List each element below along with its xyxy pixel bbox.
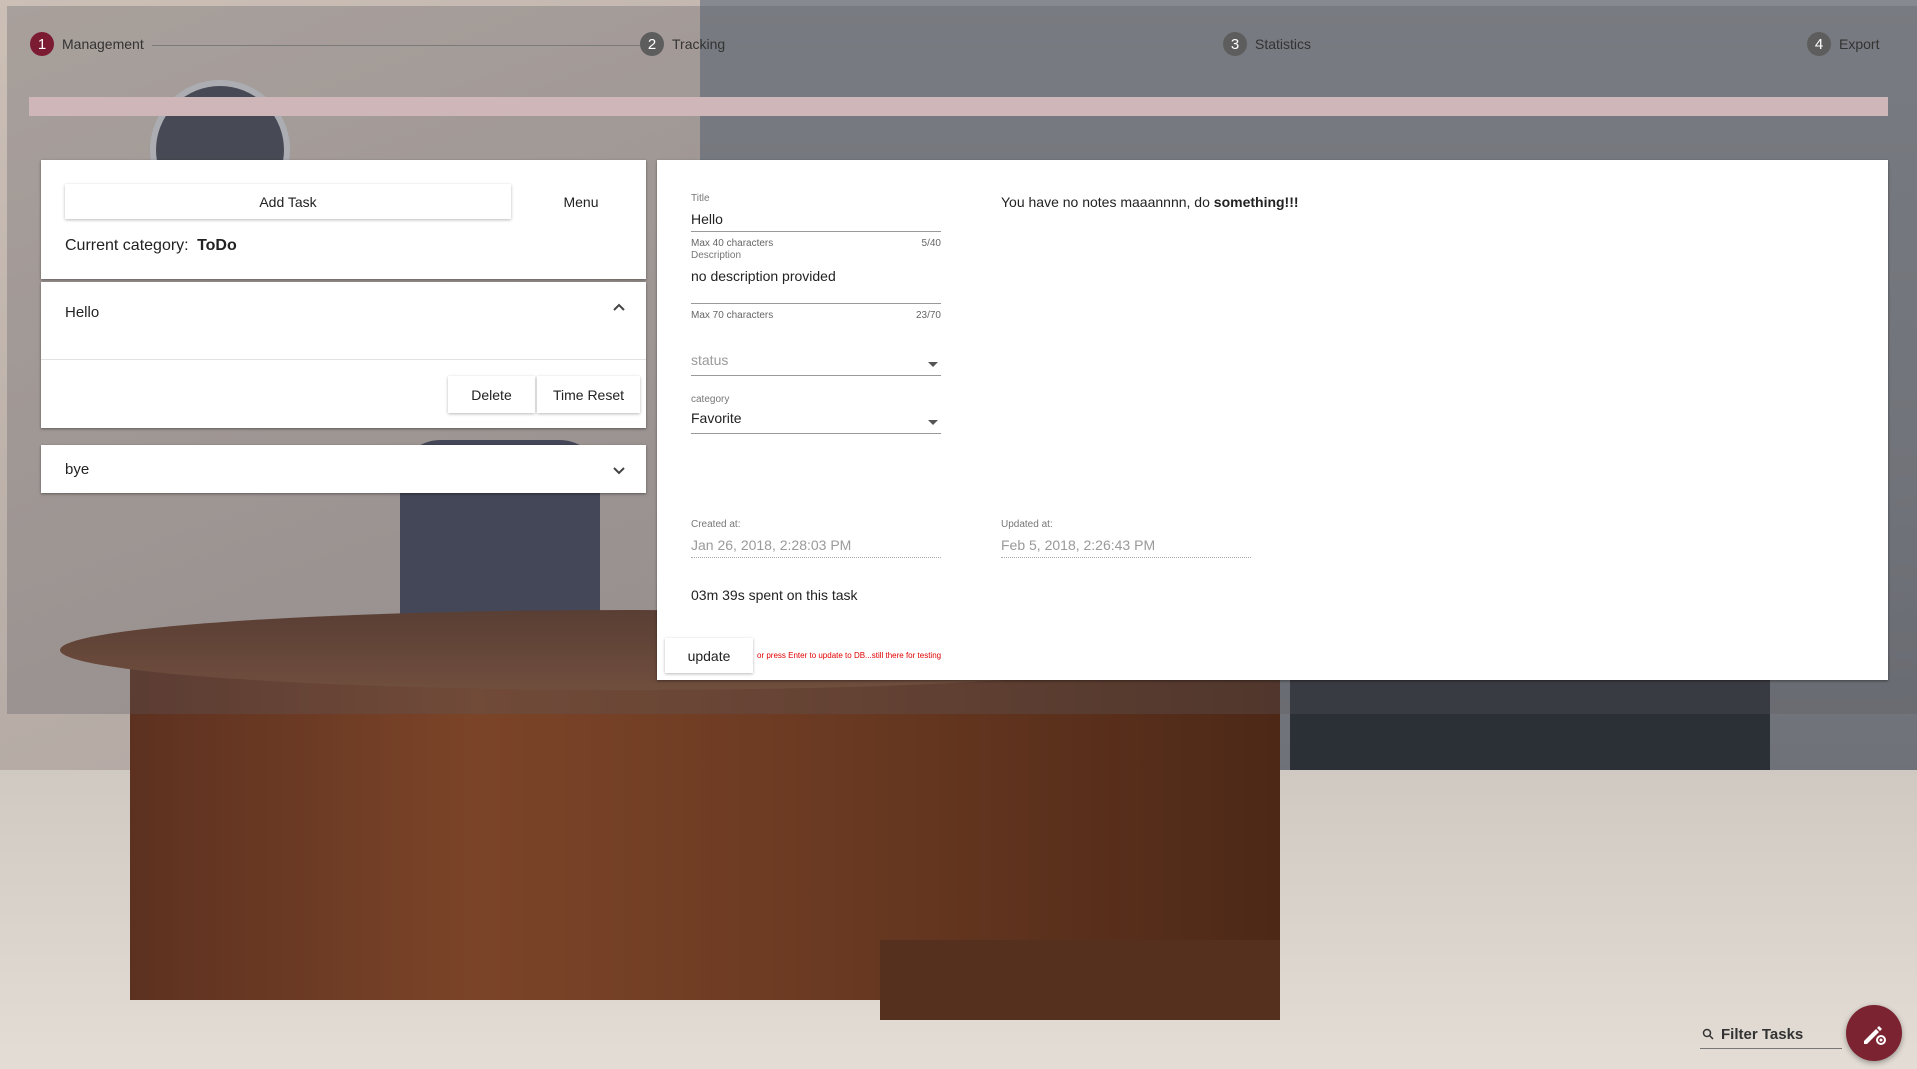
step-label: Statistics — [1255, 36, 1312, 52]
filter-tasks-placeholder: Filter Tasks — [1721, 1026, 1804, 1043]
updated-label: Updated at: — [1001, 519, 1053, 530]
current-category-value: ToDo — [197, 237, 237, 254]
description-counter: 23/70 — [915, 310, 941, 321]
progress-bar — [29, 97, 1888, 116]
status-select[interactable]: status — [691, 352, 941, 376]
created-label: Created at: — [691, 519, 741, 530]
description-label: Description — [691, 250, 742, 261]
stepper: 1 Management 2 Tracking 3 Statistics 4 E… — [30, 32, 1890, 58]
task-title: bye — [65, 461, 90, 478]
current-category: Current category: ToDo — [65, 237, 237, 255]
stepper-connector — [152, 45, 662, 46]
update-button[interactable]: update — [665, 638, 753, 673]
delete-button[interactable]: Delete — [448, 376, 535, 413]
title-underline — [691, 231, 941, 232]
description-underline — [691, 303, 941, 304]
edit-settings-icon — [1861, 1020, 1887, 1051]
notes-message-text: You have no notes maaannnn, do — [1001, 194, 1214, 210]
category-underline — [691, 433, 941, 434]
update-hint: or press Enter to update to DB...still t… — [757, 651, 942, 660]
task-list-header: Add Task Menu Current category: ToDo — [41, 160, 646, 279]
task-item-expanded: Hello Delete Time Reset — [41, 282, 646, 428]
created-value: Jan 26, 2018, 2:28:03 PM — [691, 537, 852, 553]
current-category-prefix: Current category: — [65, 237, 189, 254]
step-label: Management — [62, 36, 144, 52]
search-icon — [1702, 1027, 1714, 1045]
description-input[interactable]: no description provided — [691, 268, 836, 284]
menu-button[interactable]: Menu — [531, 184, 631, 219]
updated-underline — [1001, 557, 1251, 558]
time-spent: 03m 39s spent on this task — [691, 587, 858, 603]
step-number: 1 — [30, 32, 54, 56]
time-reset-button[interactable]: Time Reset — [537, 376, 640, 413]
status-underline — [691, 375, 941, 376]
description-hint: Max 70 characters — [691, 310, 774, 321]
filter-tasks[interactable]: Filter Tasks — [1700, 1024, 1842, 1049]
category-label: category — [691, 394, 730, 405]
category-select[interactable]: Favorite — [691, 410, 941, 434]
title-counter: 5/40 — [921, 238, 941, 249]
chevron-down-icon[interactable] — [611, 462, 627, 483]
dropdown-arrow-icon — [927, 356, 939, 374]
updated-value: Feb 5, 2018, 2:26:43 PM — [1001, 537, 1156, 553]
created-underline — [691, 557, 941, 558]
step-export[interactable]: 4 Export — [1807, 32, 1879, 56]
dropdown-arrow-icon — [927, 414, 939, 432]
step-number: 3 — [1223, 32, 1247, 56]
add-task-button[interactable]: Add Task — [65, 184, 511, 219]
stepper-connector — [1320, 45, 1804, 46]
step-tracking[interactable]: 2 Tracking — [640, 32, 725, 56]
title-input[interactable]: Hello — [691, 211, 723, 227]
step-number: 4 — [1807, 32, 1831, 56]
step-label: Export — [1839, 36, 1880, 52]
category-value: Favorite — [691, 410, 742, 426]
step-management[interactable]: 1 Management — [30, 32, 144, 56]
task-detail-card: Title Hello Max 40 characters 5/40 Descr… — [657, 160, 1888, 680]
title-hint: Max 40 characters — [691, 238, 774, 249]
edit-settings-fab[interactable] — [1846, 1005, 1902, 1061]
status-placeholder: status — [691, 352, 729, 368]
step-statistics[interactable]: 3 Statistics — [1223, 32, 1311, 56]
title-label: Title — [691, 193, 710, 204]
stepper-connector — [730, 45, 1222, 46]
notes-message: You have no notes maaannnn, do something… — [1001, 194, 1299, 210]
task-item-collapsed[interactable]: bye — [41, 445, 646, 493]
step-number: 2 — [640, 32, 664, 56]
notes-message-emphasis: something!!! — [1213, 194, 1299, 210]
chevron-up-icon[interactable] — [611, 300, 627, 321]
background-desk-leg — [880, 940, 1280, 1020]
task-item-header[interactable]: Hello — [41, 282, 646, 360]
task-title: Hello — [65, 304, 100, 321]
step-label: Tracking — [672, 36, 726, 52]
